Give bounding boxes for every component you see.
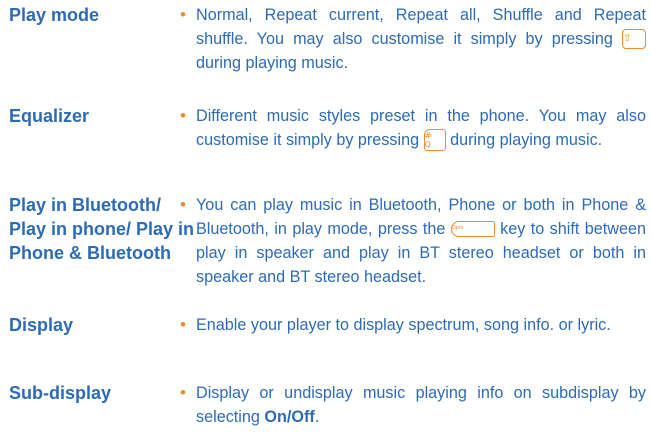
hash-key-letter: Q: [424, 139, 431, 149]
bullet: •: [180, 383, 186, 402]
bullet: •: [180, 5, 186, 24]
description-text: during playing music.: [445, 131, 603, 149]
bullet: •: [180, 315, 186, 334]
bullet: •: [180, 195, 186, 214]
hash-key-icon: # Q: [423, 128, 446, 151]
entry-term: Sub-display: [9, 383, 112, 403]
entry-description: You can play music in Bluetooth, Phone o…: [196, 193, 646, 289]
hash-key-glyph: #: [424, 130, 432, 140]
navigation-up-key-icon: ⇧: [622, 28, 646, 49]
bullet: •: [180, 106, 186, 125]
entry-description: Normal, Repeat current, Repeat all, Shuf…: [196, 3, 646, 75]
entry-term: Play in Bluetooth/ Play in phone/ Play i…: [9, 195, 195, 263]
description-text: during playing music.: [196, 54, 349, 72]
description-text: Normal, Repeat current, Repeat all, Shuf…: [196, 6, 646, 48]
entry-description: Different music styles preset in the pho…: [196, 104, 646, 152]
right-softkey-icon: Opts: [450, 220, 495, 237]
description-text: .: [314, 408, 320, 426]
description-text: Enable your player to display spectrum, …: [196, 316, 611, 334]
entry-term: Display: [9, 315, 74, 335]
entry-description: Enable your player to display spectrum, …: [196, 313, 646, 337]
on-off-option: On/Off: [264, 408, 315, 426]
entry-description: Display or undisplay music playing info …: [196, 381, 646, 429]
entry-term: Play mode: [9, 5, 100, 25]
entry-term: Equalizer: [9, 106, 90, 126]
